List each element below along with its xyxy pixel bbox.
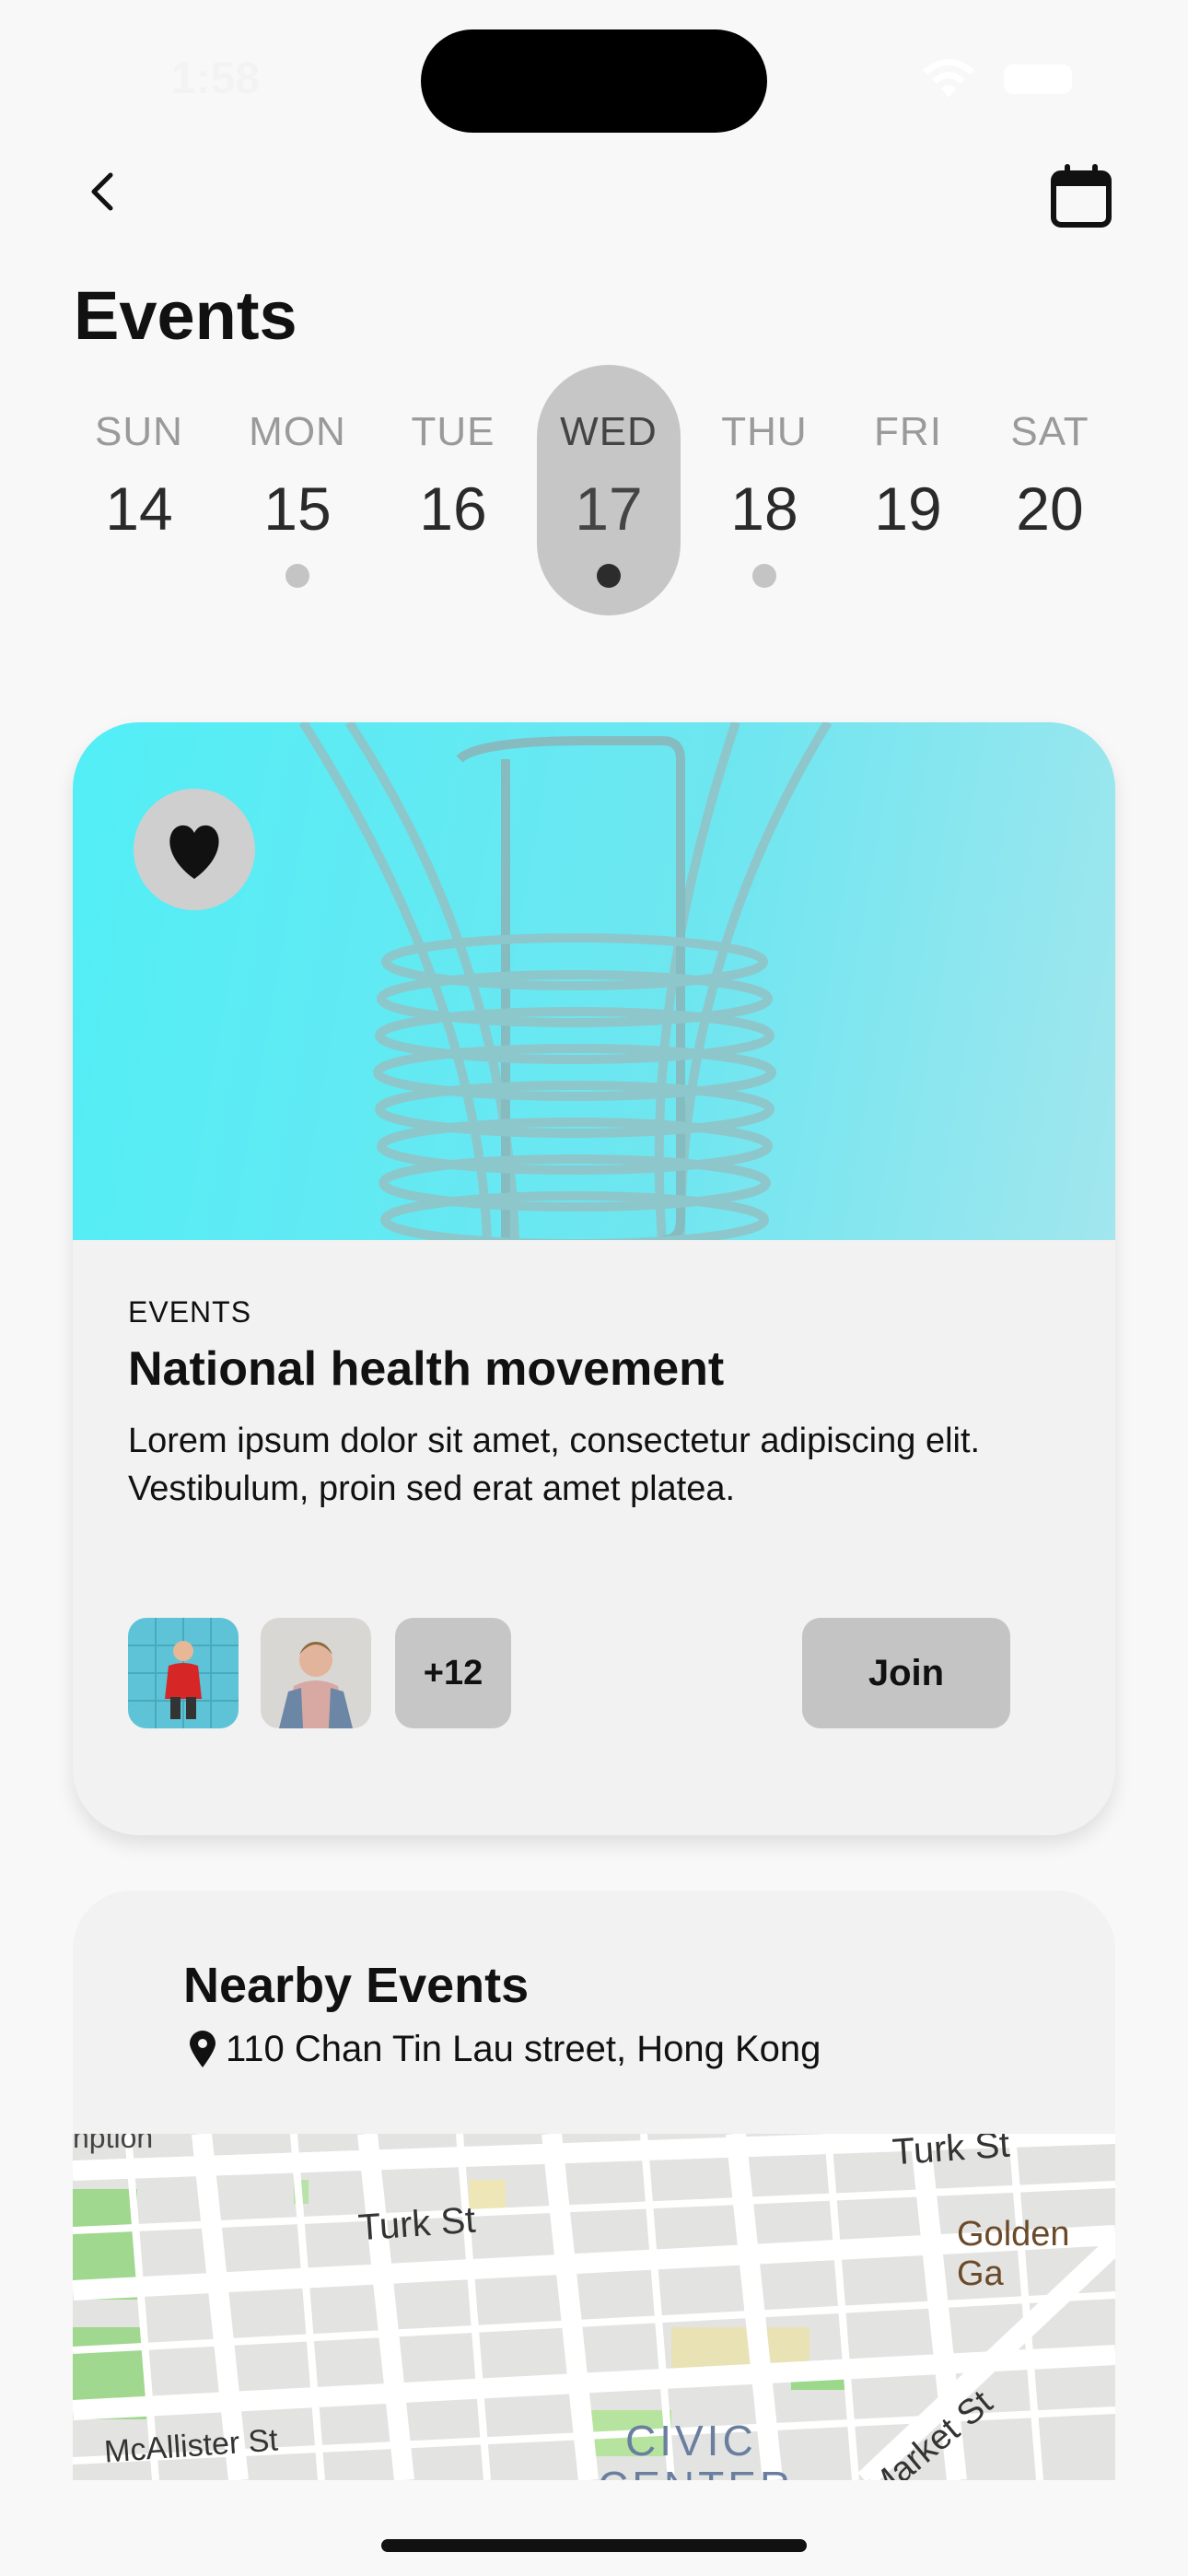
- day-mon[interactable]: MON 15: [226, 365, 369, 615]
- map-label: Turk St: [356, 2199, 477, 2249]
- day-thu[interactable]: THU 18: [693, 365, 836, 615]
- back-chevron-icon[interactable]: [81, 170, 125, 214]
- day-number: 17: [575, 474, 643, 543]
- heart-icon: [169, 825, 219, 879]
- nearby-address: 110 Chan Tin Lau street, Hong Kong: [226, 2029, 821, 2069]
- day-fri[interactable]: FRI 19: [836, 365, 980, 615]
- dynamic-island: [421, 29, 767, 133]
- event-image: [73, 722, 1115, 1240]
- event-category: EVENTS: [128, 1295, 252, 1329]
- event-dot: [597, 564, 621, 588]
- map-label: CENTER: [598, 2462, 794, 2480]
- day-name: TUE: [411, 409, 495, 454]
- event-dot: [752, 564, 776, 588]
- nearby-title: Nearby Events: [183, 1958, 530, 2013]
- day-number: 19: [874, 474, 942, 543]
- day-number: 16: [419, 474, 487, 543]
- day-name: MON: [249, 409, 346, 454]
- favorite-button[interactable]: [134, 789, 255, 910]
- day-tue[interactable]: TUE 16: [381, 365, 525, 615]
- day-name: SAT: [1010, 409, 1089, 454]
- nearby-events-section: Nearby Events 110 Chan Tin Lau street, H…: [73, 1891, 1115, 2480]
- map-view[interactable]: nption Turk St Turk St Golden Ga McAllis…: [73, 2134, 1115, 2480]
- location-pin-icon: [190, 2031, 215, 2067]
- page-title: Events: [74, 277, 297, 354]
- calendar-icon[interactable]: [1050, 162, 1112, 228]
- person-photo: [128, 1618, 239, 1728]
- wifi-icon: [923, 59, 974, 98]
- day-sun[interactable]: SUN 14: [67, 365, 211, 615]
- attendee-avatar[interactable]: [128, 1618, 239, 1728]
- join-button[interactable]: Join: [802, 1618, 1010, 1728]
- day-number: 15: [263, 474, 332, 543]
- day-number: 18: [730, 474, 798, 543]
- day-number: 14: [105, 474, 173, 543]
- day-wed[interactable]: WED 17: [537, 365, 681, 615]
- day-name: THU: [721, 409, 808, 454]
- person-photo: [261, 1618, 371, 1728]
- event-card[interactable]: EVENTS National health movement Lorem ip…: [73, 722, 1115, 1835]
- day-name: SUN: [95, 409, 183, 454]
- event-description: Lorem ipsum dolor sit amet, consectetur …: [128, 1422, 981, 1508]
- day-name: FRI: [874, 409, 942, 454]
- home-indicator[interactable]: [381, 2539, 807, 2552]
- map-label: Golden Ga: [957, 2215, 1070, 2293]
- battery-icon: [1004, 64, 1072, 94]
- event-title: National health movement: [128, 1342, 725, 1396]
- more-attendees-badge[interactable]: +12: [395, 1618, 511, 1728]
- day-number: 20: [1016, 474, 1084, 543]
- status-time: 1:58: [171, 54, 261, 103]
- map-label: nption: [73, 2134, 154, 2154]
- map-label: CIVIC: [625, 2417, 757, 2465]
- day-name: WED: [560, 409, 658, 454]
- attendee-avatar[interactable]: [261, 1618, 371, 1728]
- day-sat[interactable]: SAT 20: [978, 365, 1122, 615]
- event-dot: [285, 564, 309, 588]
